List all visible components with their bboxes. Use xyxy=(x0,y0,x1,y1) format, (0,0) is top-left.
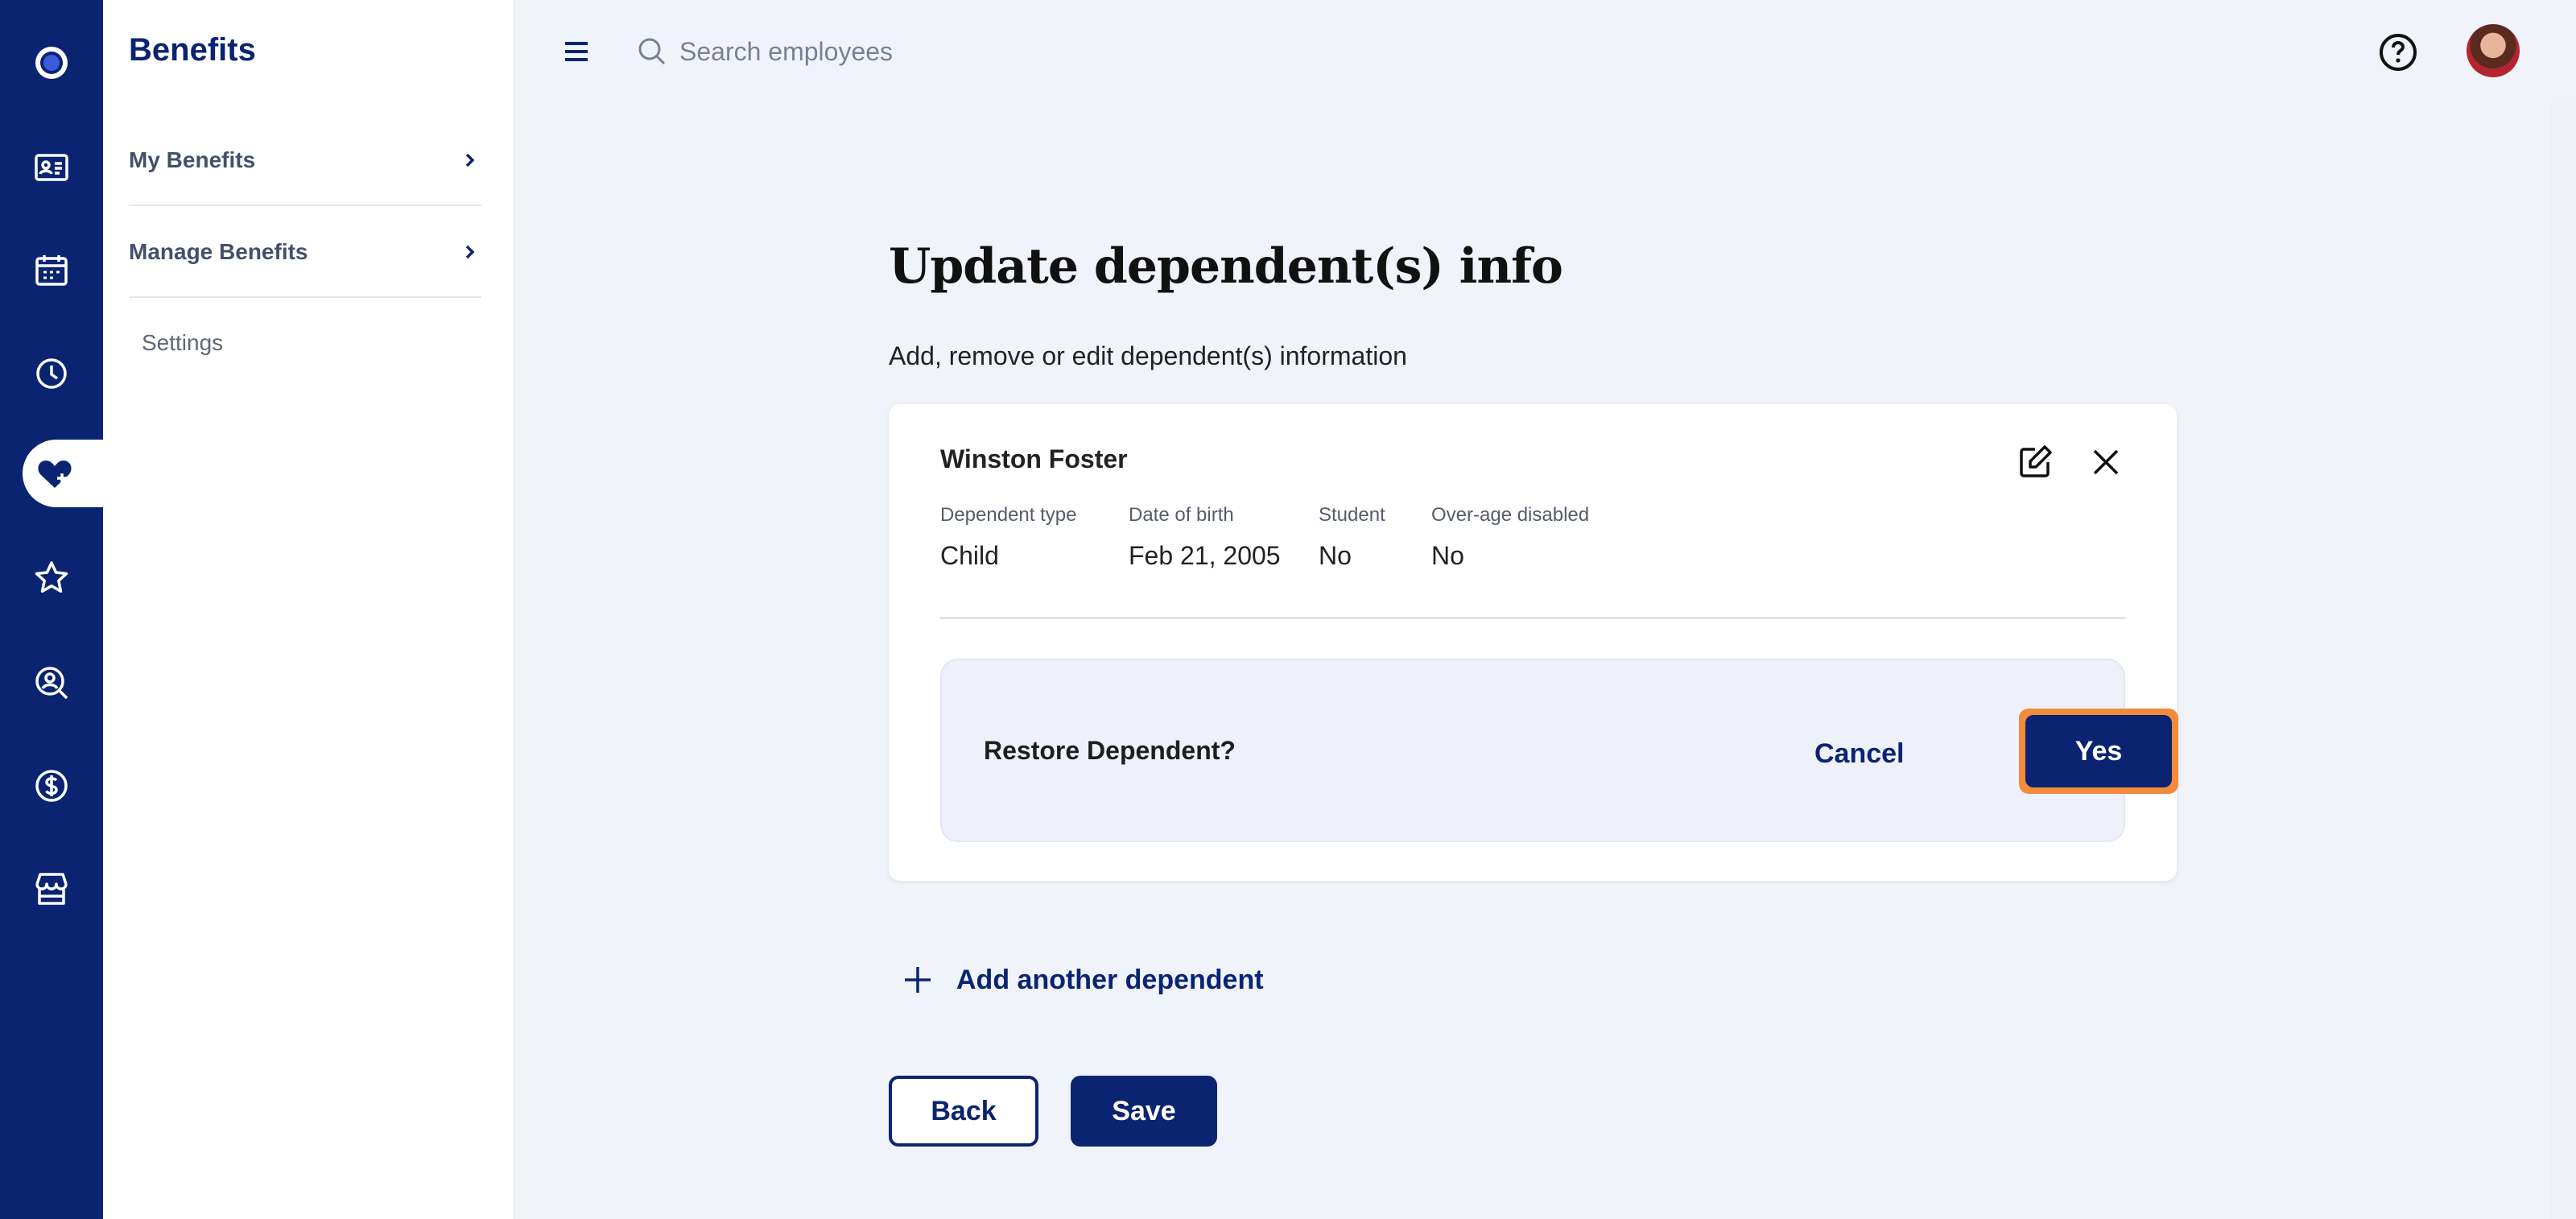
clock-icon[interactable] xyxy=(0,340,103,407)
plus-icon xyxy=(905,967,931,993)
scrollbar[interactable] xyxy=(2550,103,2576,1219)
help-icon[interactable] xyxy=(2378,32,2418,72)
dependent-name: Winston Foster xyxy=(940,444,1128,473)
close-icon[interactable] xyxy=(2088,444,2124,480)
sidebar-item-label: Manage Benefits xyxy=(129,239,308,264)
field-value: No xyxy=(1431,541,1464,570)
field-dependent-type: Dependent type Child xyxy=(940,504,1076,571)
app-rail xyxy=(0,0,103,1219)
search-icon xyxy=(638,38,666,65)
back-button[interactable]: Back xyxy=(889,1076,1038,1147)
user-search-icon[interactable] xyxy=(0,649,103,717)
sidebar-item-my-benefits[interactable]: My Benefits xyxy=(129,116,481,206)
calendar-icon[interactable] xyxy=(0,237,103,304)
restore-confirmation: Restore Dependent? Cancel Yes xyxy=(940,659,2178,842)
edit-icon[interactable] xyxy=(2016,443,2054,481)
logo-icon[interactable] xyxy=(0,29,103,97)
page-subtitle: Add, remove or edit dependent(s) informa… xyxy=(889,341,1407,370)
field-label: Dependent type xyxy=(940,504,1077,526)
side-navigation: Benefits My Benefits Manage Benefits Set… xyxy=(103,0,515,1219)
sidebar-item-label: My Benefits xyxy=(129,147,256,172)
field-over-age-disabled: Over-age disabled No xyxy=(1431,504,1589,571)
chevron-right-icon xyxy=(465,153,475,167)
search-input[interactable] xyxy=(679,29,1162,74)
field-value: Child xyxy=(940,541,999,570)
avatar[interactable] xyxy=(2467,24,2520,77)
card-divider xyxy=(940,617,2125,619)
store-icon[interactable] xyxy=(0,855,103,923)
yes-button[interactable]: Yes xyxy=(2019,709,2178,794)
sidebar-item-manage-benefits[interactable]: Manage Benefits xyxy=(129,208,481,298)
chevron-right-icon xyxy=(465,245,475,259)
add-dependent-label: Add another dependent xyxy=(956,964,1264,995)
field-label: Student xyxy=(1319,504,1385,526)
field-label: Over-age disabled xyxy=(1431,504,1590,526)
dependent-card: Winston Foster Dependent type Child Date… xyxy=(889,404,2178,881)
sidebar-item-settings[interactable]: Settings xyxy=(142,330,223,356)
page-title: Update dependent(s) info xyxy=(889,238,1563,295)
field-value: Feb 21, 2005 xyxy=(1129,541,1281,570)
field-value: No xyxy=(1319,541,1352,570)
hamburger-menu-icon[interactable] xyxy=(560,35,592,68)
field-student: Student No xyxy=(1319,504,1385,571)
save-button[interactable]: Save xyxy=(1071,1076,1217,1147)
confirm-question: Restore Dependent? xyxy=(984,736,1236,765)
cancel-button[interactable]: Cancel xyxy=(1805,721,1914,786)
yes-button-label: Yes xyxy=(2025,715,2172,787)
field-label: Date of birth xyxy=(1129,504,1234,526)
star-icon[interactable] xyxy=(0,544,103,612)
heart-plus-icon[interactable] xyxy=(23,440,103,507)
field-date-of-birth: Date of birth Feb 21, 2005 xyxy=(1129,504,1281,571)
add-another-dependent-link[interactable]: Add another dependent xyxy=(902,958,1264,1002)
sidenav-title: Benefits xyxy=(129,32,256,68)
id-card-icon[interactable] xyxy=(0,134,103,201)
dollar-icon[interactable] xyxy=(0,752,103,820)
